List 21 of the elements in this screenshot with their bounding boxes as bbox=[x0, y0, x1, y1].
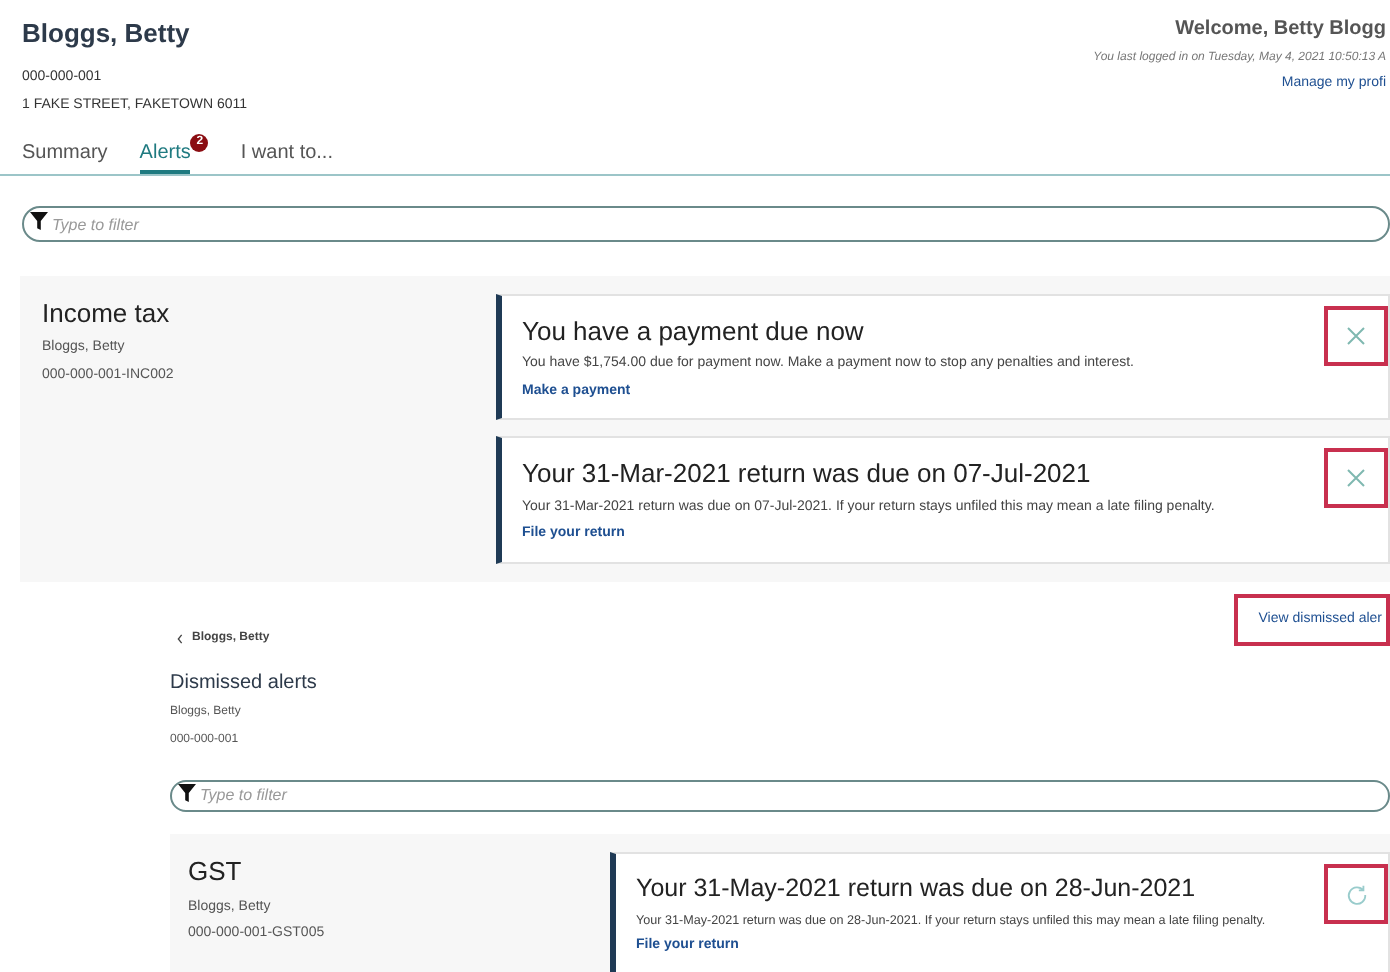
alert-title: You have a payment due now bbox=[522, 313, 866, 350]
tab[interactable]: Summary bbox=[22, 137, 108, 173]
close-icon bbox=[1346, 468, 1366, 488]
alert-title: Your 31-Mar-2021 return was due on 07-Jul-2021 bbox=[522, 456, 1093, 492]
filter-icon bbox=[178, 783, 196, 801]
chevron-left-icon bbox=[176, 634, 184, 644]
alert-action-button[interactable] bbox=[1324, 305, 1388, 365]
filter-field[interactable]: Type to filter bbox=[22, 206, 1390, 242]
alert-action-button[interactable] bbox=[1324, 864, 1388, 924]
page-title: Dismissed alerts bbox=[170, 670, 319, 698]
filter-icon bbox=[30, 212, 48, 230]
alert-action-button[interactable] bbox=[1324, 448, 1388, 508]
group-title: Income tax bbox=[42, 295, 172, 331]
restore-icon bbox=[1345, 883, 1367, 905]
filter-field[interactable]: Type to filter bbox=[170, 779, 1390, 811]
close-icon bbox=[1346, 325, 1366, 345]
customer-name: Bloggs, Betty bbox=[22, 16, 192, 52]
group-title: GST bbox=[188, 854, 244, 890]
alert-title: Your 31-May-2021 return was due on 28-Jun-2021 bbox=[636, 872, 1198, 906]
tab[interactable]: I want to... bbox=[240, 137, 333, 173]
welcome-text: Welcome, Betty Blogg bbox=[1175, 16, 1386, 44]
